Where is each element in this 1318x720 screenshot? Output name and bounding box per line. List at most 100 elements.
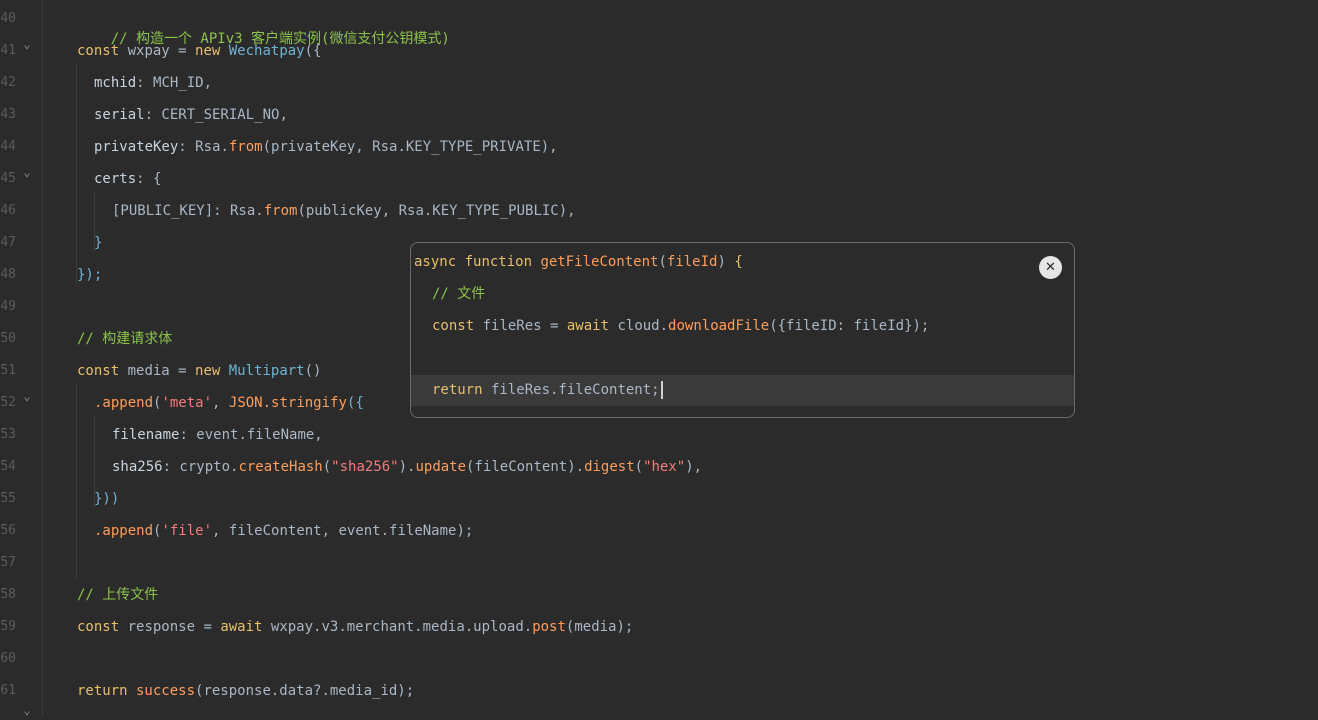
line-number: 61 — [0, 683, 16, 698]
code-text: })) — [94, 491, 120, 507]
code-comment: // 文件 — [432, 286, 486, 302]
code-text: wxpay.v3.merchant.media.upload. — [262, 619, 533, 635]
code-text: ( — [322, 459, 332, 475]
line-number: 59 — [0, 619, 16, 634]
function-name: .stringify — [262, 395, 347, 411]
chevron-down-icon[interactable]: ⌄ — [21, 700, 33, 720]
code-line: privateKey: Rsa.from(privateKey, Rsa.KEY… — [94, 137, 558, 157]
code-comment: // 构建请求体 — [77, 331, 173, 347]
class-name: Wechatpay — [220, 43, 305, 59]
code-line: const response = await wxpay.v3.merchant… — [77, 617, 633, 637]
code-text: wxpay = — [119, 43, 196, 59]
keyword: return — [432, 382, 483, 398]
code-text: (privateKey, Rsa.KEY_TYPE_PRIVATE), — [262, 139, 558, 155]
property-key: certs — [94, 171, 137, 187]
code-line: [PUBLIC_KEY]: Rsa.from(publicKey, Rsa.KE… — [112, 201, 576, 221]
code-line: const media = new Multipart() — [77, 361, 321, 381]
line-number: 50 — [0, 331, 16, 346]
code-text: , — [212, 395, 229, 411]
indent-guide — [76, 64, 77, 284]
line-number: 60 — [0, 651, 16, 666]
code-line: return fileRes.fileContent; — [432, 380, 663, 400]
line-number-gutter: 40 41 42 43 44 45 46 47 48 49 50 51 52 5… — [0, 0, 43, 717]
keyword: const — [77, 619, 120, 635]
code-text: : { — [136, 171, 162, 187]
property-key: sha256 — [112, 459, 163, 475]
code-line: certs: { — [94, 169, 161, 189]
line-number: 44 — [0, 139, 16, 154]
code-text: ({ — [304, 43, 322, 59]
close-icon[interactable]: ✕ — [1039, 256, 1062, 279]
function-name: createHash — [238, 459, 323, 475]
code-text: () — [304, 363, 322, 379]
code-text: : event.fileName, — [179, 427, 323, 443]
function-name: from — [228, 139, 263, 155]
line-number: 41 — [0, 43, 16, 58]
code-text: (fileContent). — [466, 459, 585, 475]
code-text: fileRes.fileContent; — [482, 382, 660, 398]
code-text: ). — [398, 459, 416, 475]
code-text: (publicKey, Rsa.KEY_TYPE_PUBLIC), — [297, 203, 576, 219]
line-number: 57 — [0, 555, 16, 570]
function-name: from — [263, 203, 298, 219]
code-line: .append('file', fileContent, event.fileN… — [94, 521, 473, 541]
peek-definition-popup[interactable]: async function getFileContent(fileId) { … — [410, 242, 1075, 418]
code-line: const fileRes = await cloud.downloadFile… — [432, 316, 929, 336]
code-text: ({ — [346, 395, 364, 411]
code-text: ( — [658, 254, 667, 270]
chevron-down-icon[interactable]: ⌄ — [21, 162, 33, 182]
keyword: new — [195, 363, 221, 379]
code-text: : CERT_SERIAL_NO, — [144, 107, 288, 123]
code-line: return success(response.data?.media_id); — [77, 681, 414, 701]
code-text: ), — [685, 459, 703, 475]
line-number: 45 — [0, 171, 16, 186]
line-number: 49 — [0, 299, 16, 314]
function-name: success — [127, 683, 196, 699]
line-number: 55 — [0, 491, 16, 506]
line-number: 53 — [0, 427, 16, 442]
code-line: mchid: MCH_ID, — [94, 73, 212, 93]
string-literal: 'meta' — [161, 395, 213, 411]
line-number: 42 — [0, 75, 16, 90]
line-number: 48 — [0, 267, 16, 282]
text-cursor — [660, 381, 663, 399]
line-number: 46 — [0, 203, 16, 218]
code-line: sha256: crypto.createHash("sha256").upda… — [112, 457, 702, 477]
code-text: (response.data?.media_id); — [195, 683, 415, 699]
function-name: .append — [94, 523, 154, 539]
code-line: // 构建请求体 — [77, 329, 172, 349]
function-name: update — [415, 459, 467, 475]
class-name: JSON — [228, 395, 263, 411]
property-key: mchid — [94, 75, 137, 91]
function-name: downloadFile — [668, 318, 770, 334]
keyword: const — [77, 43, 120, 59]
code-text: response = — [119, 619, 221, 635]
chevron-down-icon[interactable]: ⌄ — [21, 386, 33, 406]
code-text: { — [734, 254, 743, 270]
code-line: // 构造一个 APIv3 客户端实例(微信支付公钥模式) — [77, 9, 450, 47]
code-line: // 文件 — [432, 284, 485, 304]
property-key: privateKey — [94, 139, 179, 155]
code-text: media = — [119, 363, 196, 379]
code-text: } — [94, 235, 103, 251]
code-text: [PUBLIC_KEY]: Rsa. — [112, 203, 264, 219]
string-literal: "sha256" — [331, 459, 399, 475]
code-text: cloud. — [609, 318, 669, 334]
code-text: fileRes = — [474, 318, 567, 334]
code-text: : Rsa. — [178, 139, 229, 155]
line-number: 40 — [0, 11, 16, 26]
code-line: } — [94, 233, 102, 253]
code-line: filename: event.fileName, — [112, 425, 323, 445]
keyword: function — [456, 254, 533, 270]
function-name: getFileContent — [532, 254, 659, 270]
keyword: await — [220, 619, 263, 635]
line-number: 43 — [0, 107, 16, 122]
parameter-name: fileId — [666, 254, 718, 270]
keyword: await — [566, 318, 610, 334]
code-text: : MCH_ID, — [136, 75, 213, 91]
property-key: filename — [112, 427, 180, 443]
code-line: async function getFileContent(fileId) { — [414, 252, 743, 272]
keyword: async — [414, 254, 457, 270]
chevron-down-icon[interactable]: ⌄ — [21, 34, 33, 54]
string-literal: 'file' — [161, 523, 213, 539]
